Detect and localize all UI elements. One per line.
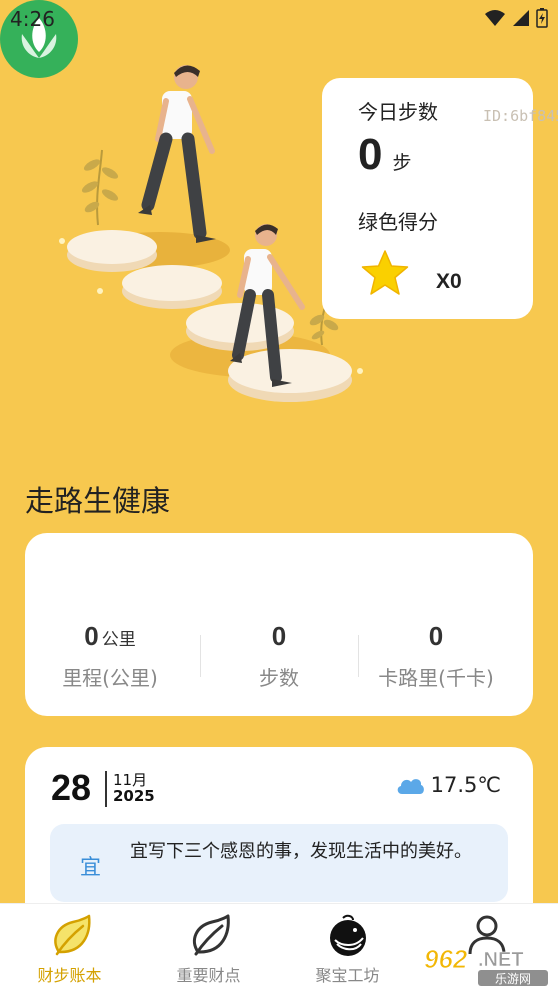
date-divider [105, 771, 107, 807]
calories-label: 卡路里(千卡) [378, 666, 494, 690]
cloud-icon [397, 779, 424, 794]
nav-item-treasure-workshop[interactable]: 聚宝工坊 [278, 904, 417, 993]
temperature: 17.5℃ [430, 773, 501, 797]
leaf-outline-icon [192, 914, 230, 956]
nav-label: 重要财点 [176, 966, 241, 985]
calendar-day: 28 [51, 767, 92, 808]
yi-label: 宜 [80, 855, 101, 879]
bird-icon [329, 914, 366, 956]
signal-icon [513, 10, 529, 26]
leaf-icon [53, 914, 91, 956]
section-title: 走路生健康 [25, 486, 171, 518]
steps-unit: 步 [392, 152, 412, 174]
stat-calories: 0 卡路里(千卡) [351, 621, 521, 691]
star-icon [361, 250, 409, 295]
daily-tip: 宜 宜写下三个感恩的事，发现生活中的美好。 [50, 824, 508, 902]
device-id: ID:6bf845 [483, 107, 558, 125]
calendar-year: 2025 [113, 787, 155, 805]
watermark-logo: 962 .NET 乐游网 [420, 940, 552, 988]
steps-count-label: 步数 [259, 666, 299, 690]
green-score-label: 绿色得分 [358, 210, 438, 234]
distance-label: 里程(公里) [62, 666, 158, 690]
distance-unit: 公里 [101, 630, 136, 650]
nav-label: 聚宝工坊 [315, 966, 380, 985]
stat-distance: 0 公里 里程(公里) [25, 621, 195, 691]
watermark-sub: 乐游网 [495, 972, 531, 986]
nav-item-step-ledger[interactable]: 财步账本 [0, 904, 139, 993]
yi-text: 宜写下三个感恩的事，发现生活中的美好。 [130, 841, 472, 862]
battery-icon [536, 8, 548, 28]
walking-illustration [59, 65, 363, 402]
today-steps-label: 今日步数 [358, 100, 438, 124]
svg-text:962: 962 [424, 944, 468, 974]
nav-label: 财步账本 [37, 966, 102, 985]
steps-readout: 0 步 [358, 130, 412, 180]
status-time: 4:26 [10, 7, 55, 31]
calories-value: 0 [428, 621, 444, 651]
svg-text:.NET: .NET [478, 949, 524, 971]
stat-steps: 0 步数 [194, 621, 364, 691]
walking-stats-card: 0 公里 里程(公里) 0 步数 0 卡路里(千卡) [25, 533, 533, 716]
distance-value: 0 [84, 621, 99, 651]
score-value: X0 [436, 270, 462, 293]
status-icons [484, 8, 548, 28]
wifi-icon [485, 10, 505, 26]
weather: 17.5℃ [395, 773, 501, 797]
steps-value: 0 [358, 130, 383, 179]
steps-count-value: 0 [271, 621, 287, 651]
nav-item-important-points[interactable]: 重要财点 [139, 904, 278, 993]
